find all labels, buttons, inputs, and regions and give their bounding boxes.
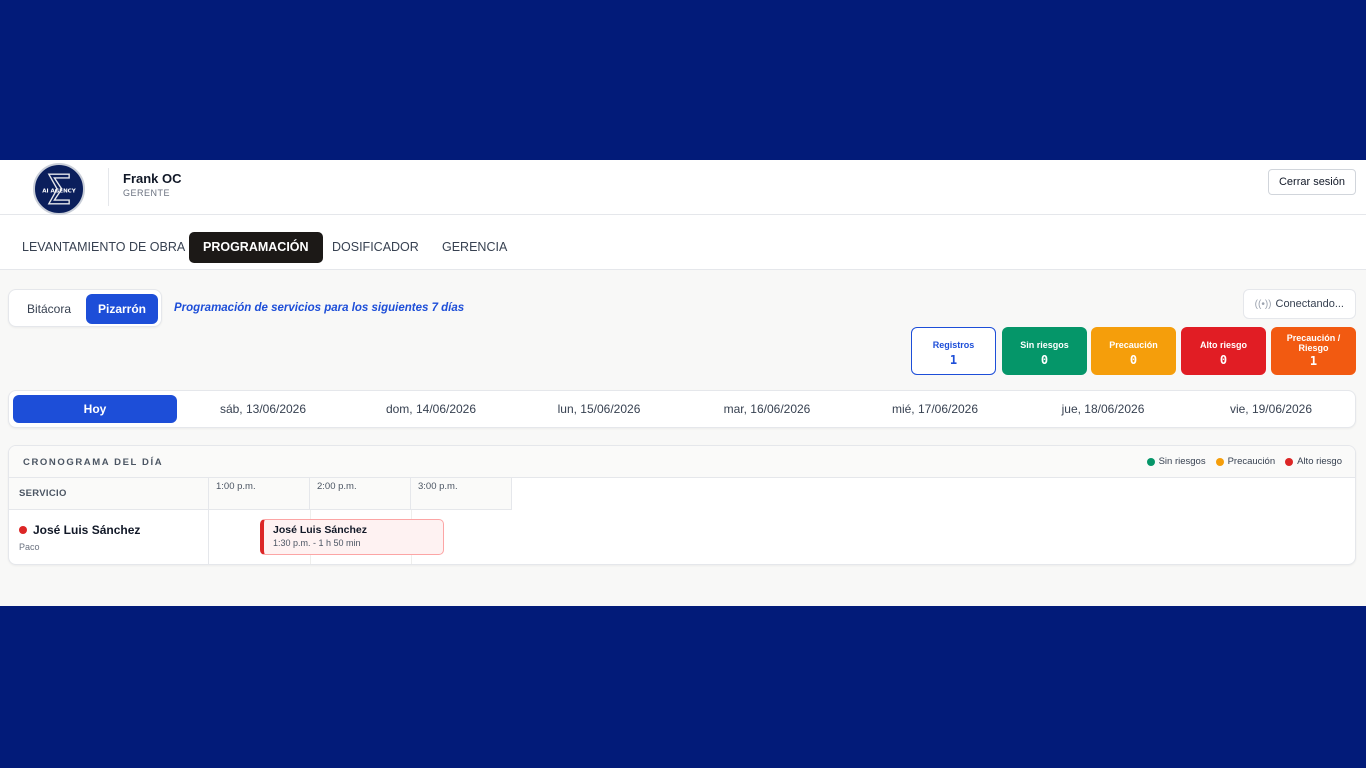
stat-value: 0 [1219,353,1228,367]
tab-gerencia[interactable]: GERENCIA [428,232,521,263]
pizarron-toggle[interactable]: Pizarrón [86,294,158,324]
schedule-header: CRONOGRAMA DEL DÍA Sin riesgos Precaució… [9,446,1355,478]
table-row: José Luis Sánchez Paco [9,510,209,564]
top-header: AI AGENCY Frank OC GERENTE Cerrar sesión [0,160,1366,215]
stat-registros: Registros 1 [911,327,996,375]
event-title: José Luis Sánchez [273,524,367,536]
schedule-event[interactable]: José Luis Sánchez 1:30 p.m. - 1 h 50 min [260,519,444,555]
stat-label: Sin riesgos [1020,340,1069,350]
stat-label: Precaución [1109,340,1158,350]
day-item[interactable]: dom, 14/06/2026 [347,395,515,423]
legend-label: Sin riesgos [1158,456,1206,467]
header-divider [108,168,109,206]
main-nav: LEVANTAMIENTO DE OBRA PROGRAMACIÓN DOSIF… [0,215,1366,270]
day-item[interactable]: vie, 19/06/2026 [1187,395,1355,423]
service-name: José Luis Sánchez [19,523,140,537]
day-selector: Hoy sáb, 13/06/2026 dom, 14/06/2026 lun,… [8,390,1356,428]
green-dot-icon [1146,457,1155,466]
legend-sin-riesgos: Sin riesgos [1146,456,1206,467]
legend-label: Precaución [1227,456,1276,467]
risk-legend: Sin riesgos Precaución Alto riesgo [1146,456,1342,467]
schedule-title: CRONOGRAMA DEL DÍA [23,457,164,468]
legend-alto-riesgo: Alto riesgo [1285,456,1342,467]
stat-value: 0 [1129,353,1138,367]
connection-status[interactable]: ((•)) Conectando... [1242,289,1356,319]
logo-text: AI AGENCY [42,189,76,195]
servicio-column-header: SERVICIO [9,478,209,510]
legend-label: Alto riesgo [1297,456,1342,467]
day-hoy[interactable]: Hoy [13,395,177,423]
view-toggle: Bitácora Pizarrón [8,289,162,327]
day-item[interactable]: mar, 16/06/2026 [683,395,851,423]
time-header: 2:00 p.m. [310,478,411,510]
time-header: 3:00 p.m. [411,478,512,510]
app-window: AI AGENCY Frank OC GERENTE Cerrar sesión… [0,160,1366,606]
schedule-panel: CRONOGRAMA DEL DÍA Sin riesgos Precaució… [8,445,1356,565]
user-name: Frank OC [123,171,182,186]
event-time: 1:30 p.m. - 1 h 50 min [273,538,361,548]
connection-label: Conectando... [1275,298,1345,310]
company-logo: AI AGENCY [33,163,85,215]
service-name-text: José Luis Sánchez [33,523,141,537]
tab-programacion[interactable]: PROGRAMACIÓN [189,232,323,263]
status-dot-icon [19,526,27,534]
red-dot-icon [1285,457,1294,466]
stat-value: 1 [949,353,958,367]
stat-label: Registros [932,340,975,350]
day-item[interactable]: sáb, 13/06/2026 [179,395,347,423]
broadcast-icon: ((•)) [1254,299,1272,310]
stat-value: 1 [1309,354,1318,368]
stat-label: Alto riesgo [1199,340,1247,350]
bitacora-toggle[interactable]: Bitácora [13,294,85,324]
day-item[interactable]: lun, 15/06/2026 [515,395,683,423]
logout-button[interactable]: Cerrar sesión [1267,169,1356,195]
stat-alto-riesgo: Alto riesgo 0 [1181,327,1266,375]
stat-value: 0 [1040,353,1049,367]
time-header: 1:00 p.m. [209,478,310,510]
page-subtitle: Programación de servicios para los sigui… [174,302,465,314]
stat-precaucion: Precaución 0 [1091,327,1176,375]
stat-precaucion-riesgo: Precaución / Riesgo 1 [1271,327,1356,375]
service-subtitle: Paco [19,542,40,552]
orange-dot-icon [1215,457,1224,466]
user-role: GERENTE [123,188,171,198]
tab-levantamiento-de-obra[interactable]: LEVANTAMIENTO DE OBRA [8,232,199,263]
tab-dosificador[interactable]: DOSIFICADOR [318,232,433,263]
stat-label: Precaución / Riesgo [1286,333,1341,353]
legend-precaucion: Precaución [1215,456,1276,467]
day-item[interactable]: jue, 18/06/2026 [1019,395,1187,423]
day-item[interactable]: mié, 17/06/2026 [851,395,1019,423]
stat-sin-riesgos: Sin riesgos 0 [1002,327,1087,375]
